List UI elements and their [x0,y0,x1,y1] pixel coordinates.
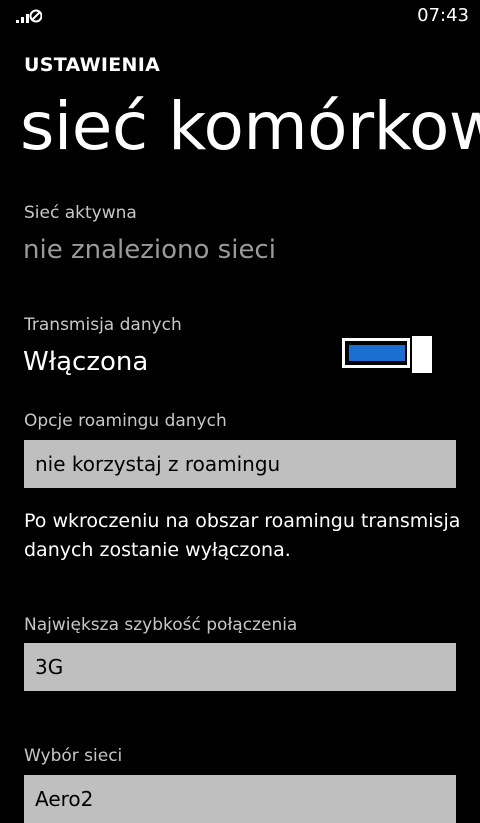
toggle-thumb[interactable] [412,336,432,373]
toggle-track [342,338,410,368]
app-title: USTAWIENIA [24,54,161,76]
roaming-note: Po wkroczeniu na obszar roamingu transmi… [24,510,461,561]
roaming-options-label: Opcje roamingu danych [24,411,227,431]
data-connection-toggle[interactable] [342,336,432,374]
data-connection-value: Włączona [23,347,149,377]
status-bar: 07:43 [0,0,480,32]
signal-no-sim-icon [16,9,42,23]
page-title: sieć komórkow [20,88,480,165]
toggle-fill [349,345,405,361]
network-selection-picker[interactable]: Aero2 [24,775,456,823]
network-selection-label: Wybór sieci [24,746,123,766]
status-time: 07:43 [417,5,469,26]
max-speed-label: Największa szybkość połączenia [24,615,298,635]
roaming-options-picker[interactable]: nie korzystaj z roamingu [24,440,456,488]
active-network-label: Sieć aktywna [24,203,137,223]
active-network-value: nie znaleziono sieci [23,235,276,265]
max-speed-picker[interactable]: 3G [24,643,456,691]
data-connection-label: Transmisja danych [24,315,182,335]
